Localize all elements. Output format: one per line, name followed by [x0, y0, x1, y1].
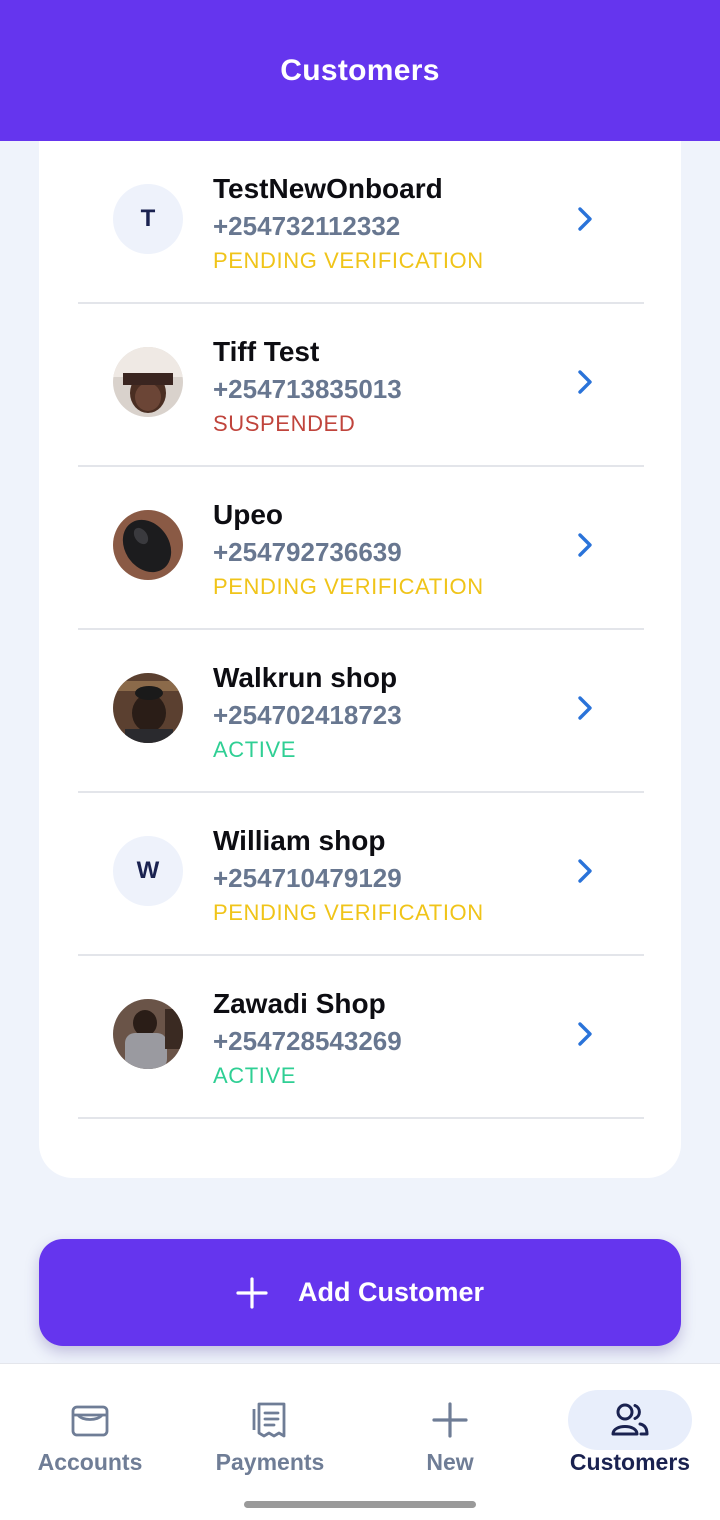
avatar [113, 999, 183, 1069]
customer-name: Walkrun shop [213, 662, 398, 693]
nav-label: Accounts [37, 1449, 143, 1475]
customer-list: T TestNewOnboard +254732112332 PENDING V… [39, 141, 681, 1178]
person-photo-icon [113, 673, 183, 743]
avatar: W [113, 836, 183, 906]
customer-name: TestNewOnboard [213, 173, 443, 204]
chevron-right-icon[interactable] [572, 530, 598, 560]
customer-status: SUSPENDED [213, 411, 356, 436]
customer-phone: +254713835013 [213, 374, 402, 404]
customer-phone: +254702418723 [213, 700, 402, 730]
users-icon [611, 1403, 649, 1436]
customer-row[interactable]: Zawadi Shop +254728543269 ACTIVE [78, 956, 644, 1119]
customer-phone: +254732112332 [213, 211, 401, 241]
chevron-right-icon[interactable] [572, 1019, 598, 1049]
customer-row[interactable]: Walkrun shop +254702418723 ACTIVE [78, 630, 644, 793]
avatar-initial: T [140, 205, 156, 232]
chevron-right-icon[interactable] [572, 367, 598, 397]
avatar-initial: W [136, 857, 160, 884]
customer-phone: +254710479129 [213, 863, 402, 893]
customer-row[interactable]: T TestNewOnboard +254732112332 PENDING V… [78, 141, 644, 304]
nav-label: Customers [569, 1449, 691, 1475]
plus-icon [432, 1402, 468, 1438]
mouse-photo-icon [113, 510, 183, 580]
avatar [113, 347, 183, 417]
customer-status: PENDING VERIFICATION [213, 900, 484, 925]
person-photo-icon [113, 999, 183, 1069]
avatar: T [113, 184, 183, 254]
chevron-right-icon[interactable] [572, 693, 598, 723]
receipt-icon [252, 1402, 286, 1438]
plus-icon [236, 1276, 268, 1309]
customer-name: William shop [213, 825, 386, 856]
customer-name: Upeo [213, 499, 283, 530]
customer-status: ACTIVE [213, 737, 297, 762]
customer-phone: +254728543269 [213, 1026, 402, 1056]
customer-status: PENDING VERIFICATION [213, 248, 484, 273]
add-customer-button[interactable]: Add Customer [39, 1239, 681, 1346]
customer-row[interactable]: W William shop +254710479129 PENDING VER… [78, 793, 644, 956]
nav-item-accounts[interactable]: Accounts [0, 1364, 180, 1494]
nav-item-payments[interactable]: Payments [180, 1364, 360, 1494]
customer-row[interactable]: Upeo +254792736639 PENDING VERIFICATION [78, 467, 644, 630]
nav-item-new[interactable]: New [360, 1364, 540, 1494]
page-title: Customers [280, 54, 440, 87]
customer-name: Tiff Test [213, 336, 320, 367]
bottom-nav: Accounts Payments New Customers [0, 1363, 720, 1520]
avatar [113, 510, 183, 580]
customer-name: Zawadi Shop [213, 988, 386, 1019]
nav-item-customers[interactable]: Customers [540, 1364, 720, 1494]
nav-label: Payments [215, 1449, 325, 1475]
customer-phone: +254792736639 [213, 537, 402, 567]
wallet-icon [71, 1405, 109, 1437]
chevron-right-icon[interactable] [572, 856, 598, 886]
customer-status: PENDING VERIFICATION [213, 574, 484, 599]
app-header: Customers [0, 0, 720, 141]
person-photo-icon [113, 347, 183, 417]
home-indicator[interactable] [244, 1501, 476, 1508]
customer-row[interactable]: Tiff Test +254713835013 SUSPENDED [78, 304, 644, 467]
customer-status: ACTIVE [213, 1063, 297, 1088]
nav-label: New [426, 1449, 474, 1475]
chevron-right-icon[interactable] [572, 204, 598, 234]
avatar [113, 673, 183, 743]
add-customer-label: Add Customer [297, 1277, 484, 1307]
